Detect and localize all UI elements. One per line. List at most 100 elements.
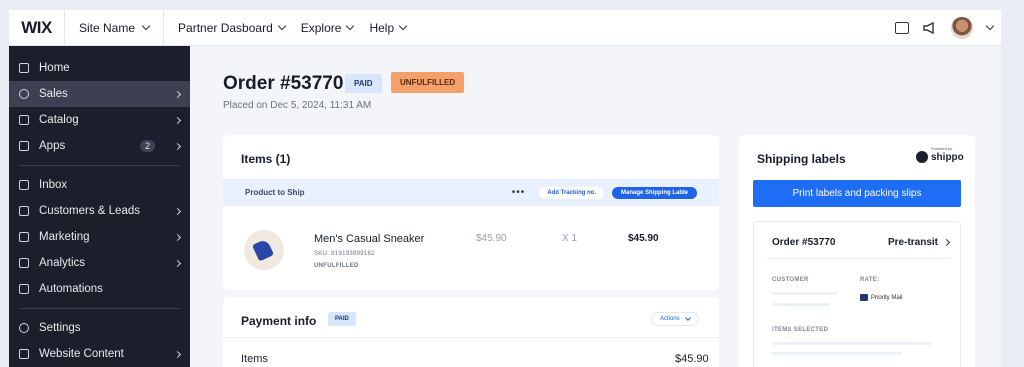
payment-items-label: Items xyxy=(241,353,268,365)
chart-icon xyxy=(19,258,29,268)
chevron-right-icon xyxy=(173,90,182,98)
sneaker-icon xyxy=(251,238,275,262)
product-name[interactable]: Men's Casual Sneaker xyxy=(314,233,424,245)
product-sku: SKU: 819193899162 xyxy=(314,251,375,257)
chevron-right-icon xyxy=(173,207,182,215)
wix-logo[interactable]: WIX xyxy=(9,10,65,46)
placeholder-line xyxy=(772,292,838,295)
sidebar-item-label: Home xyxy=(39,62,70,74)
nav-label: Help xyxy=(369,20,395,35)
payment-heading: Payment info xyxy=(241,314,317,328)
sidebar: Home Sales Catalog Apps 2 Inbox Customer… xyxy=(9,46,190,367)
home-icon xyxy=(19,63,29,73)
sidebar-item-inbox[interactable]: Inbox xyxy=(9,172,190,198)
site-selector[interactable]: Site Name xyxy=(65,10,165,46)
chevron-down-icon xyxy=(277,21,286,31)
unfulfilled-badge: UNFULFILLED xyxy=(391,72,465,93)
chevron-right-icon xyxy=(173,233,182,241)
site-name-label: Site Name xyxy=(79,20,136,35)
inbox-icon xyxy=(19,180,29,190)
actions-dropdown[interactable]: Actions xyxy=(651,312,699,326)
shipment-order: Order #53770 xyxy=(772,237,836,248)
shipment-summary[interactable]: Order #53770 Pre-transit CUSTOMER RATE: … xyxy=(753,221,961,367)
sidebar-item-marketing[interactable]: Marketing xyxy=(9,224,190,250)
manage-shipping-label-button[interactable]: Manage Shipping Lable xyxy=(611,186,697,199)
chevron-down-icon xyxy=(141,21,151,31)
chevron-down-icon xyxy=(684,314,691,321)
sidebar-item-automations[interactable]: Automations xyxy=(9,276,190,302)
actions-label: Actions xyxy=(660,316,680,322)
print-labels-button[interactable]: Print labels and packing slips xyxy=(753,180,961,207)
shippo-icon xyxy=(916,151,928,163)
sidebar-item-catalog[interactable]: Catalog xyxy=(9,107,190,133)
placed-date: Placed on Dec 5, 2024, 11:31 AM xyxy=(223,100,372,111)
add-tracking-button[interactable]: Add Tracking no. xyxy=(539,186,604,199)
shipping-labels-card: Shipping labels Powered by shippo Print … xyxy=(739,135,975,367)
sidebar-item-label: Inbox xyxy=(39,179,68,191)
nav-help[interactable]: Help xyxy=(361,21,414,35)
sidebar-item-label: Customers & Leads xyxy=(39,205,140,217)
sidebar-item-settings[interactable]: Settings xyxy=(9,315,190,341)
apps-count-badge: 2 xyxy=(139,140,155,152)
placeholder-line xyxy=(772,342,932,345)
dollar-icon xyxy=(19,89,29,99)
payment-items-value: $45.90 xyxy=(675,353,709,365)
sidebar-item-website-content[interactable]: Website Content xyxy=(9,341,190,367)
grid-icon xyxy=(19,141,29,151)
divider xyxy=(766,258,950,259)
shippo-logo: Powered by shippo xyxy=(916,146,964,163)
sidebar-item-label: Marketing xyxy=(39,231,90,243)
sidebar-item-label: Sales xyxy=(39,88,68,100)
shippo-brand: shippo xyxy=(931,151,964,163)
placeholder-line xyxy=(772,303,830,306)
sidebar-item-apps[interactable]: Apps 2 xyxy=(9,133,190,159)
sidebar-item-sales[interactable]: Sales xyxy=(9,81,190,107)
items-heading: Items (1) xyxy=(241,152,291,166)
product-price: $45.90 xyxy=(476,233,507,244)
sidebar-divider xyxy=(19,308,180,309)
sidebar-item-analytics[interactable]: Analytics xyxy=(9,250,190,276)
chevron-down-icon xyxy=(398,21,408,31)
chevron-right-icon xyxy=(173,350,182,358)
sidebar-item-label: Analytics xyxy=(39,257,86,269)
nav-label: Partner Dasboard xyxy=(178,20,273,35)
more-options-icon[interactable]: ••• xyxy=(504,187,534,198)
payment-paid-badge: PAID xyxy=(328,312,356,326)
product-to-ship-row: Product to Ship ••• Add Tracking no. Man… xyxy=(223,179,719,206)
avatar[interactable] xyxy=(951,16,973,39)
app-window: WIX Site Name Partner Dasboard Explore H… xyxy=(9,10,1001,367)
chevron-right-icon xyxy=(942,238,951,247)
nav-label: Explore xyxy=(300,20,342,35)
shipping-labels-heading: Shipping labels xyxy=(757,152,846,166)
sidebar-item-home[interactable]: Home xyxy=(9,55,190,81)
chevron-down-icon[interactable] xyxy=(985,21,995,31)
gear-icon xyxy=(19,323,29,333)
product-quantity: X 1 xyxy=(562,233,578,244)
users-icon xyxy=(19,206,29,216)
sidebar-item-label: Catalog xyxy=(39,114,79,126)
nav-partner-dashboard[interactable]: Partner Dasboard xyxy=(170,21,293,35)
chat-icon[interactable] xyxy=(895,21,909,34)
megaphone-icon[interactable] xyxy=(923,21,937,34)
bolt-icon xyxy=(19,284,29,294)
page-title: Order #53770 xyxy=(223,73,344,94)
top-bar: WIX Site Name Partner Dasboard Explore H… xyxy=(9,10,1001,46)
rate-label: RATE: xyxy=(860,277,880,283)
nav-explore[interactable]: Explore xyxy=(293,21,362,35)
customer-label: CUSTOMER xyxy=(772,277,809,283)
product-to-ship-label: Product to Ship xyxy=(245,188,305,197)
chevron-right-icon xyxy=(173,142,182,150)
product-total: $45.90 xyxy=(628,233,659,244)
paid-badge: PAID xyxy=(345,74,382,93)
file-icon xyxy=(19,349,29,359)
tag-icon xyxy=(19,115,29,125)
main-content: Order #53770 PAID UNFULFILLED Placed on … xyxy=(190,46,1001,367)
payment-card: Payment info PAID Actions Items $45.90 xyxy=(223,297,719,367)
sidebar-item-label: Settings xyxy=(39,322,81,334)
sidebar-item-customers[interactable]: Customers & Leads xyxy=(9,198,190,224)
megaphone-icon xyxy=(19,232,29,242)
chevron-down-icon xyxy=(346,21,355,31)
product-image[interactable] xyxy=(244,230,284,270)
shipment-status[interactable]: Pre-transit xyxy=(888,237,951,248)
sidebar-item-label: Website Content xyxy=(39,348,124,360)
